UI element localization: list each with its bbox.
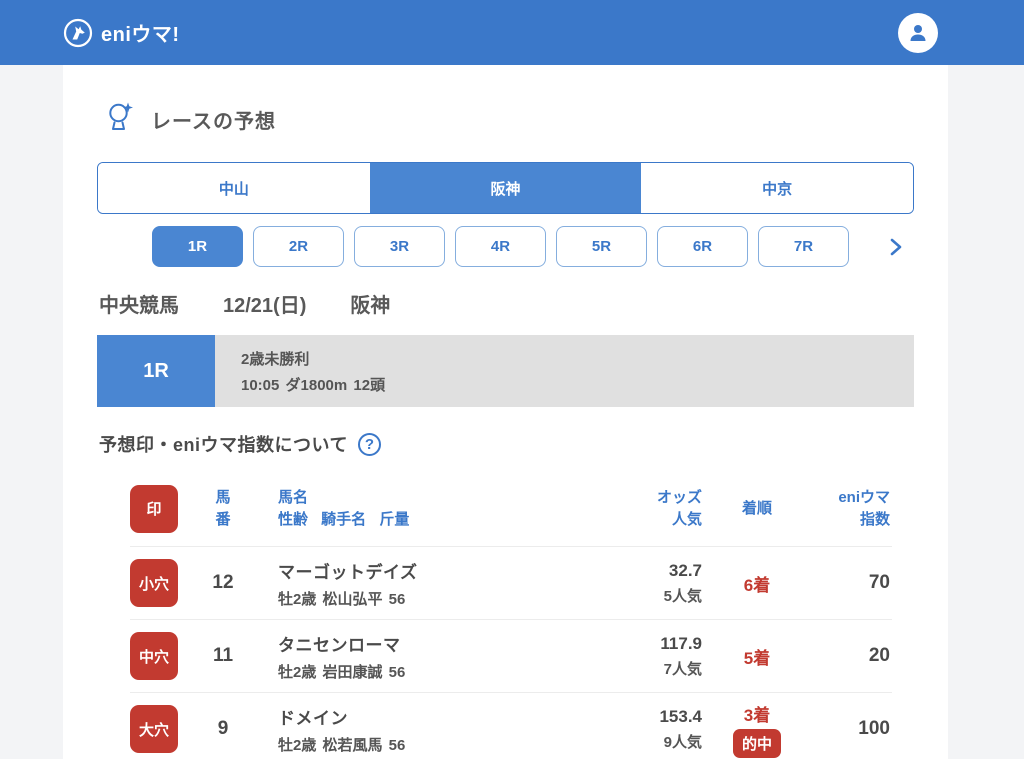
table-header-row: 印 馬 番 馬名 性齢 騎手名 斤量 オッズ 人気 着順 eniウマ 指数 (130, 471, 892, 547)
race-button-3r[interactable]: 3R (354, 226, 445, 267)
header-odds-bottom: 人気 (671, 510, 702, 528)
race-button-6r[interactable]: 6R (657, 226, 748, 267)
horse-icon (63, 18, 93, 48)
mark-header-badge: 印 (130, 484, 178, 533)
race-condition: 2歳未勝利 (241, 350, 310, 368)
cell-mark: 小穴 (130, 559, 178, 607)
cell-umaban: 12 (212, 572, 234, 593)
section-title: 予想印・eniウマ指数について (99, 435, 348, 455)
mark-badge: 中穴 (130, 632, 178, 680)
cell-mark: 中穴 (130, 632, 178, 680)
horse-detail: 牡2歳 岩田康誠 56 (278, 663, 406, 681)
race-date: 12/21(日) (223, 295, 307, 317)
header-index: eniウマ 指数 (812, 487, 892, 531)
table-row[interactable]: 大穴 9 ドメイン 牡2歳 松若風馬 56 153.4 9人気 3着 的中 10… (130, 693, 892, 759)
section-title-row: 予想印・eniウマ指数について ? (99, 431, 914, 457)
main-content: レースの予想 中山 阪神 中京 1R 2R 3R 4R 5R 6R 7R 中央競… (63, 65, 948, 759)
header-mark: 印 (130, 484, 178, 533)
logo[interactable]: eniウマ! (63, 18, 180, 48)
cell-odds: 32.7 5人気 (582, 561, 702, 606)
logo-text: eniウマ! (101, 24, 180, 46)
user-avatar-button[interactable] (898, 12, 938, 53)
race-meta: 中央競馬 12/21(日) 阪神 (99, 289, 914, 318)
popularity-value: 5人気 (663, 587, 702, 605)
header-umaban-bottom: 番 (215, 510, 231, 528)
cell-name: タニセンローマ 牡2歳 岩田康誠 56 (268, 631, 582, 682)
header-finish: 着順 (741, 499, 772, 517)
cell-mark: 大穴 (130, 705, 178, 753)
horse-name: マーゴットデイズ (278, 562, 418, 582)
header-odds: オッズ 人気 (582, 487, 702, 531)
cell-index: 70 (868, 572, 890, 593)
odds-value: 117.9 (660, 633, 702, 653)
race-venue: 阪神 (350, 295, 391, 317)
cell-name: ドメイン 牡2歳 松若風馬 56 (268, 704, 582, 755)
cell-odds: 117.9 7人気 (582, 634, 702, 679)
race-number-row: 1R 2R 3R 4R 5R 6R 7R (97, 226, 914, 267)
odds-value: 32.7 (668, 560, 702, 580)
cell-index: 20 (868, 645, 890, 666)
popularity-value: 7人気 (663, 660, 702, 678)
finish-value: 3着 (743, 705, 771, 725)
page-title: レースの予想 (151, 111, 276, 133)
page-title-row: レースの予想 (105, 101, 914, 138)
popularity-value: 9人気 (663, 733, 702, 751)
table-row[interactable]: 小穴 12 マーゴットデイズ 牡2歳 松山弘平 56 32.7 5人気 6着 7… (130, 547, 892, 620)
race-button-7r[interactable]: 7R (758, 226, 849, 267)
cell-finish: 6着 (702, 571, 812, 596)
venue-tab-chukyo[interactable]: 中京 (641, 163, 913, 213)
odds-value: 153.4 (659, 706, 702, 726)
venue-tab-nakayama[interactable]: 中山 (98, 163, 370, 213)
header-index-top: eniウマ (838, 488, 890, 506)
header-name-top: 馬名 (278, 488, 309, 506)
cell-umaban: 11 (212, 645, 234, 666)
header-odds-top: オッズ (656, 488, 702, 506)
question-icon[interactable]: ? (357, 432, 381, 456)
race-button-1r[interactable]: 1R (152, 226, 243, 267)
race-category: 中央競馬 (99, 295, 179, 317)
header-umaban: 馬 番 (178, 487, 268, 531)
horse-name: タニセンローマ (278, 635, 401, 655)
race-button-5r[interactable]: 5R (556, 226, 647, 267)
horse-name: ドメイン (278, 708, 348, 728)
mark-badge: 小穴 (130, 559, 178, 607)
horse-detail: 牡2歳 松山弘平 56 (278, 590, 406, 608)
finish-value: 6着 (743, 575, 771, 595)
mark-badge: 大穴 (130, 705, 178, 753)
header-name: 馬名 性齢 騎手名 斤量 (268, 487, 582, 531)
race-time-course: 10:05 ダ1800m 12頭 (241, 376, 386, 394)
race-banner-info: 2歳未勝利 10:05 ダ1800m 12頭 (215, 335, 914, 407)
race-banner[interactable]: 1R 2歳未勝利 10:05 ダ1800m 12頭 (97, 335, 914, 407)
user-icon (910, 24, 926, 41)
finish-value: 5着 (743, 648, 771, 668)
hit-badge: 的中 (732, 728, 781, 758)
race-banner-number: 1R (97, 335, 215, 407)
race-button-4r[interactable]: 4R (455, 226, 546, 267)
venue-tab-hanshin[interactable]: 阪神 (369, 163, 642, 213)
cell-name: マーゴットデイズ 牡2歳 松山弘平 56 (268, 558, 582, 609)
cell-index: 100 (858, 718, 890, 739)
venue-tabs: 中山 阪神 中京 (97, 162, 914, 214)
horse-detail: 牡2歳 松若風馬 56 (278, 736, 406, 754)
header-umaban-top: 馬 (215, 488, 231, 506)
cell-finish: 3着 的中 (702, 701, 812, 758)
table-row[interactable]: 中穴 11 タニセンローマ 牡2歳 岩田康誠 56 117.9 7人気 5着 2… (130, 620, 892, 693)
cell-odds: 153.4 9人気 (582, 707, 702, 752)
header-index-bottom: 指数 (859, 510, 890, 528)
prediction-table: 印 馬 番 馬名 性齢 騎手名 斤量 オッズ 人気 着順 eniウマ 指数 小穴… (130, 471, 892, 759)
chevron-right-icon[interactable] (888, 237, 904, 257)
cell-finish: 5着 (702, 644, 812, 669)
cell-umaban: 9 (217, 718, 229, 739)
app-header: eniウマ! (0, 0, 1024, 65)
crystal-ball-icon (105, 101, 135, 138)
race-button-2r[interactable]: 2R (253, 226, 344, 267)
header-name-bottom: 性齢 騎手名 斤量 (278, 510, 410, 528)
